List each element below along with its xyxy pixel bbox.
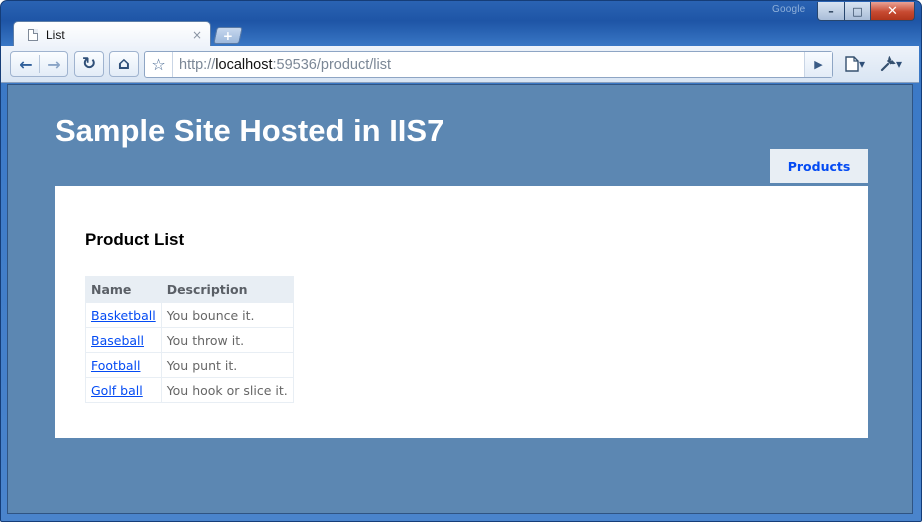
bookmark-star-icon[interactable]: ☆ xyxy=(145,52,173,77)
table-cell: You throw it. xyxy=(160,327,294,353)
main-content: Product List Name Description Basketball… xyxy=(55,186,868,438)
table-cell: Baseball xyxy=(85,327,162,353)
url-host: localhost xyxy=(215,56,273,73)
maximize-button[interactable]: □ xyxy=(845,2,871,21)
address-bar[interactable]: ☆ http://localhost:59536/product/list ▶ xyxy=(144,51,833,78)
chevron-down-icon: ▾ xyxy=(895,57,903,71)
page-icon xyxy=(28,28,38,41)
home-icon[interactable]: ⌂ xyxy=(109,51,139,77)
url-text[interactable]: http://localhost:59536/product/list xyxy=(173,57,804,73)
url-path: :59536/product/list xyxy=(272,56,392,73)
browser-tab[interactable]: List × xyxy=(13,21,211,47)
back-icon[interactable]: ← xyxy=(12,51,40,77)
table-header-row: Name Description xyxy=(85,276,294,303)
new-tab-button[interactable]: + xyxy=(213,27,243,44)
page-viewport: Sample Site Hosted in IIS7 Products Prod… xyxy=(7,84,913,514)
table-cell: Football xyxy=(85,352,162,378)
table-row: Golf ball You hook or slice it. xyxy=(85,377,294,403)
close-window-button[interactable]: ✕ xyxy=(871,2,915,21)
product-link[interactable]: Baseball xyxy=(91,333,144,348)
reload-icon[interactable]: ↻ xyxy=(74,51,104,77)
tab-close-icon[interactable]: × xyxy=(192,28,202,42)
plus-icon: + xyxy=(222,28,234,43)
page-menu-button[interactable]: ▾ xyxy=(839,51,871,77)
tools-menu-button[interactable]: ▾ xyxy=(875,51,907,77)
menu-item-products[interactable]: Products xyxy=(770,149,868,183)
product-link[interactable]: Basketball xyxy=(91,308,156,323)
site-title: Sample Site Hosted in IIS7 xyxy=(55,113,445,148)
table-cell: You punt it. xyxy=(160,352,294,378)
page-icon xyxy=(845,56,859,72)
table-row: Baseball You throw it. xyxy=(85,327,294,353)
table-row: Football You punt it. xyxy=(85,352,294,378)
forward-icon[interactable]: → xyxy=(40,51,68,77)
url-scheme: http:// xyxy=(179,56,216,73)
browser-toolbar: ← → ↻ ⌂ ☆ http://localhost:59536/product… xyxy=(1,46,919,83)
table-cell: Basketball xyxy=(85,302,162,328)
minimize-button[interactable]: – xyxy=(817,2,845,21)
column-header-description: Description xyxy=(160,276,294,303)
chevron-down-icon: ▾ xyxy=(858,57,866,71)
tab-title: List xyxy=(46,27,65,42)
page-heading: Product List xyxy=(85,230,185,249)
brand-text: Google xyxy=(772,4,806,15)
product-link[interactable]: Golf ball xyxy=(91,383,143,398)
column-header-name: Name xyxy=(85,276,162,303)
table-cell: Golf ball xyxy=(85,377,162,403)
product-link[interactable]: Football xyxy=(91,358,140,373)
wrench-icon xyxy=(880,56,896,72)
table-cell: You bounce it. xyxy=(160,302,294,328)
product-table: Name Description Basketball You bounce i… xyxy=(85,276,294,403)
go-icon[interactable]: ▶ xyxy=(804,52,832,77)
table-row: Basketball You bounce it. xyxy=(85,302,294,328)
table-cell: You hook or slice it. xyxy=(160,377,294,403)
window-controls: – □ ✕ xyxy=(817,2,915,21)
